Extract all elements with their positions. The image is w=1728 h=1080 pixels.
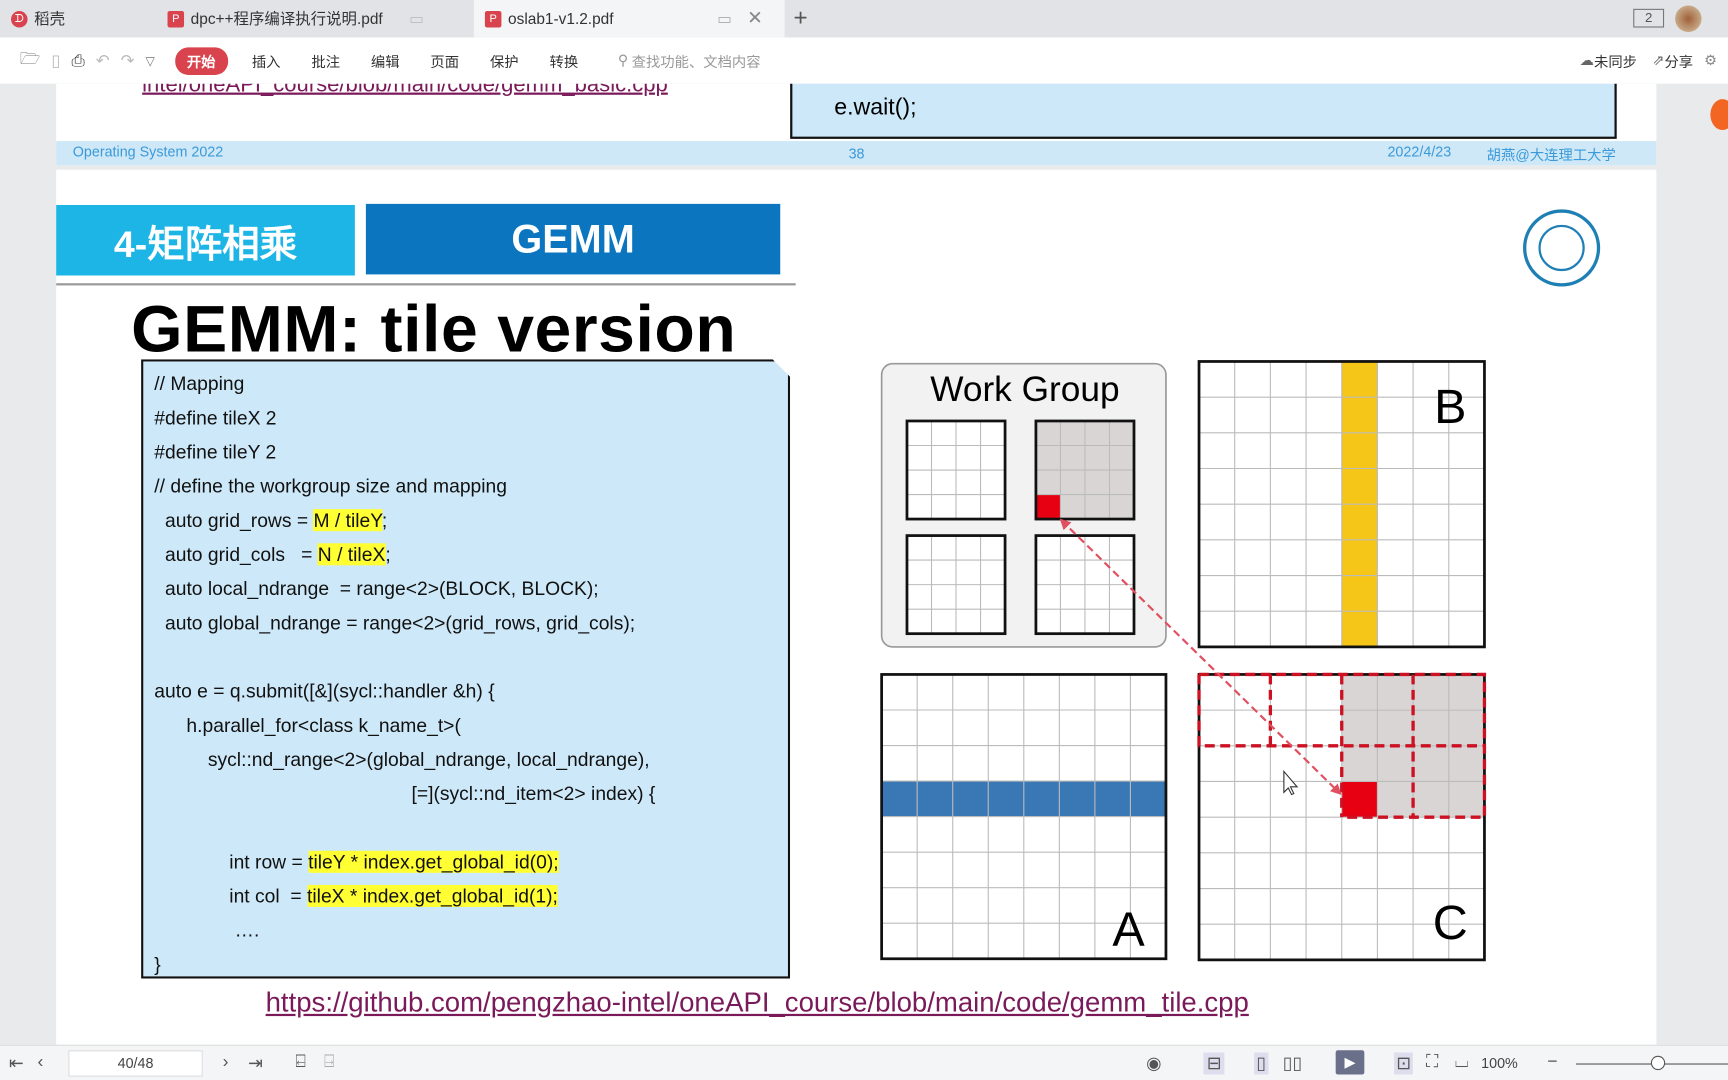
close-tab-icon[interactable]: ✕	[747, 8, 763, 30]
work-group-label: Work Group	[930, 370, 1119, 409]
settings-gear-icon[interactable]: ⚙	[1704, 52, 1717, 70]
prev-page-link[interactable]: intel/oneAPI_course/blob/main/code/gemm_…	[142, 84, 668, 98]
prev-code-box: e.wait();	[790, 83, 1617, 139]
tab-docer[interactable]: ᗪ 稻壳	[0, 0, 152, 37]
share-button[interactable]: 分享	[1664, 50, 1693, 71]
fit-width-icon[interactable]: ⌴	[1455, 1052, 1469, 1072]
slide-page: 4-矩阵相乘 GEMM GEMM: tile version // Mappin…	[56, 169, 1657, 1045]
footer-course: Operating System 2022	[72, 143, 224, 160]
undo-icon[interactable]: ↶	[96, 51, 110, 71]
search-icon: ⚲	[617, 51, 629, 69]
matrix-c-label: C	[1433, 896, 1468, 950]
avatar[interactable]	[1675, 5, 1702, 32]
zoom-level[interactable]: 100%	[1481, 1055, 1518, 1072]
docer-logo-icon: ᗪ	[11, 10, 28, 27]
panel-count-button[interactable]: 2	[1633, 8, 1665, 28]
tab-label: oslab1-v1.2.pdf	[508, 9, 614, 28]
single-page-icon[interactable]: ▯	[1254, 1052, 1269, 1075]
new-tab-button[interactable]: +	[793, 3, 807, 32]
tab-dpc-pdf[interactable]: Pdpc++程序编译执行说明.pdf ▭	[156, 0, 469, 37]
code-line: e.wait();	[834, 94, 917, 121]
eye-protect-icon[interactable]: ◉	[1146, 1052, 1161, 1074]
footer-page-number: 38	[848, 145, 865, 162]
actual-size-icon[interactable]: ⊡	[1394, 1052, 1414, 1075]
share-icon: ⇗	[1652, 51, 1665, 69]
monitor-icon: ▭	[409, 9, 424, 27]
menu-edit[interactable]: 编辑	[371, 50, 400, 71]
monitor-icon: ▭	[717, 9, 732, 27]
forward-icon[interactable]: ⍈	[324, 1052, 335, 1072]
pdf-icon: P	[167, 10, 185, 27]
page-number-input[interactable]: 40/48	[68, 1050, 203, 1077]
matrix-c-highlight	[1341, 781, 1378, 818]
page-footer: Operating System 2022 38 2022/4/23 胡燕@大连…	[56, 141, 1657, 166]
search-input[interactable]: 查找功能、文档内容	[632, 50, 761, 71]
open-folder-icon[interactable]: 🗁	[20, 47, 41, 75]
matrix-a-label: A	[1112, 903, 1145, 957]
next-page-icon[interactable]: ›	[223, 1052, 229, 1072]
sync-status[interactable]: 未同步	[1594, 50, 1637, 71]
footer-date: 2022/4/23	[1387, 143, 1452, 160]
document-view: intel/oneAPI_course/blob/main/code/gemm_…	[0, 83, 1728, 1045]
first-page-icon[interactable]: ⇤	[9, 1052, 24, 1074]
save-icon[interactable]: ▯	[51, 51, 60, 71]
status-bar: ⇤ ‹ 40/48 › ⇥ ⍇ ⍈ ◉ ⊟ ▯ ▯▯ ▶ ⊡ ⛶ ⌴ 100% …	[0, 1044, 1728, 1080]
tab-oslab-pdf[interactable]: Poslab1-v1.2.pdf ▭ ✕	[473, 0, 785, 38]
floating-assistant-button[interactable]	[1710, 99, 1728, 131]
toolbar: 🗁 ▯ ⎙ ↶ ↷ ▽ 开始 插入 批注 编辑 页面 保护 转换 ⚲ 查找功能、…	[0, 37, 1728, 84]
tab-label: dpc++程序编译执行说明.pdf	[190, 9, 383, 28]
source-link[interactable]: https://github.com/pengzhao-intel/oneAPI…	[266, 987, 1249, 1019]
last-page-icon[interactable]: ⇥	[248, 1052, 263, 1074]
menu-protect[interactable]: 保护	[490, 50, 519, 71]
menu-insert[interactable]: 插入	[252, 50, 281, 71]
footer-author: 胡燕@大连理工大学	[1486, 146, 1616, 164]
prev-page-icon[interactable]: ‹	[37, 1052, 43, 1072]
matrix-b-label: B	[1434, 380, 1466, 434]
play-slideshow-icon[interactable]: ▶	[1335, 1050, 1365, 1075]
tab-label: 稻壳	[34, 9, 66, 28]
menu-start[interactable]: 开始	[174, 46, 228, 75]
fit-page-icon[interactable]: ⛶	[1426, 1052, 1438, 1072]
tab-bar: ᗪ 稻壳 Pdpc++程序编译执行说明.pdf ▭ Poslab1-v1.2.pdf…	[0, 0, 1728, 38]
cloud-sync-icon: ☁	[1579, 51, 1594, 69]
redo-icon[interactable]: ↷	[121, 51, 135, 71]
two-page-icon[interactable]: ▯▯	[1283, 1052, 1302, 1074]
menu-annotate[interactable]: 批注	[311, 50, 340, 71]
print-icon[interactable]: ⎙	[71, 51, 84, 70]
work-item-grid-active-highlight	[1035, 494, 1061, 520]
menu-page[interactable]: 页面	[430, 50, 459, 71]
zoom-slider-handle[interactable]	[1650, 1055, 1666, 1071]
gemm-tile-diagram: Work Group B A C	[880, 360, 1487, 962]
continuous-scroll-icon[interactable]: ⊟	[1203, 1052, 1225, 1075]
zoom-out-icon[interactable]: −	[1547, 1052, 1557, 1072]
back-icon[interactable]: ⍇	[295, 1052, 306, 1072]
pdf-icon: P	[484, 10, 502, 27]
more-chevron-icon[interactable]: ▽	[146, 53, 155, 68]
menu-convert[interactable]: 转换	[549, 50, 578, 71]
